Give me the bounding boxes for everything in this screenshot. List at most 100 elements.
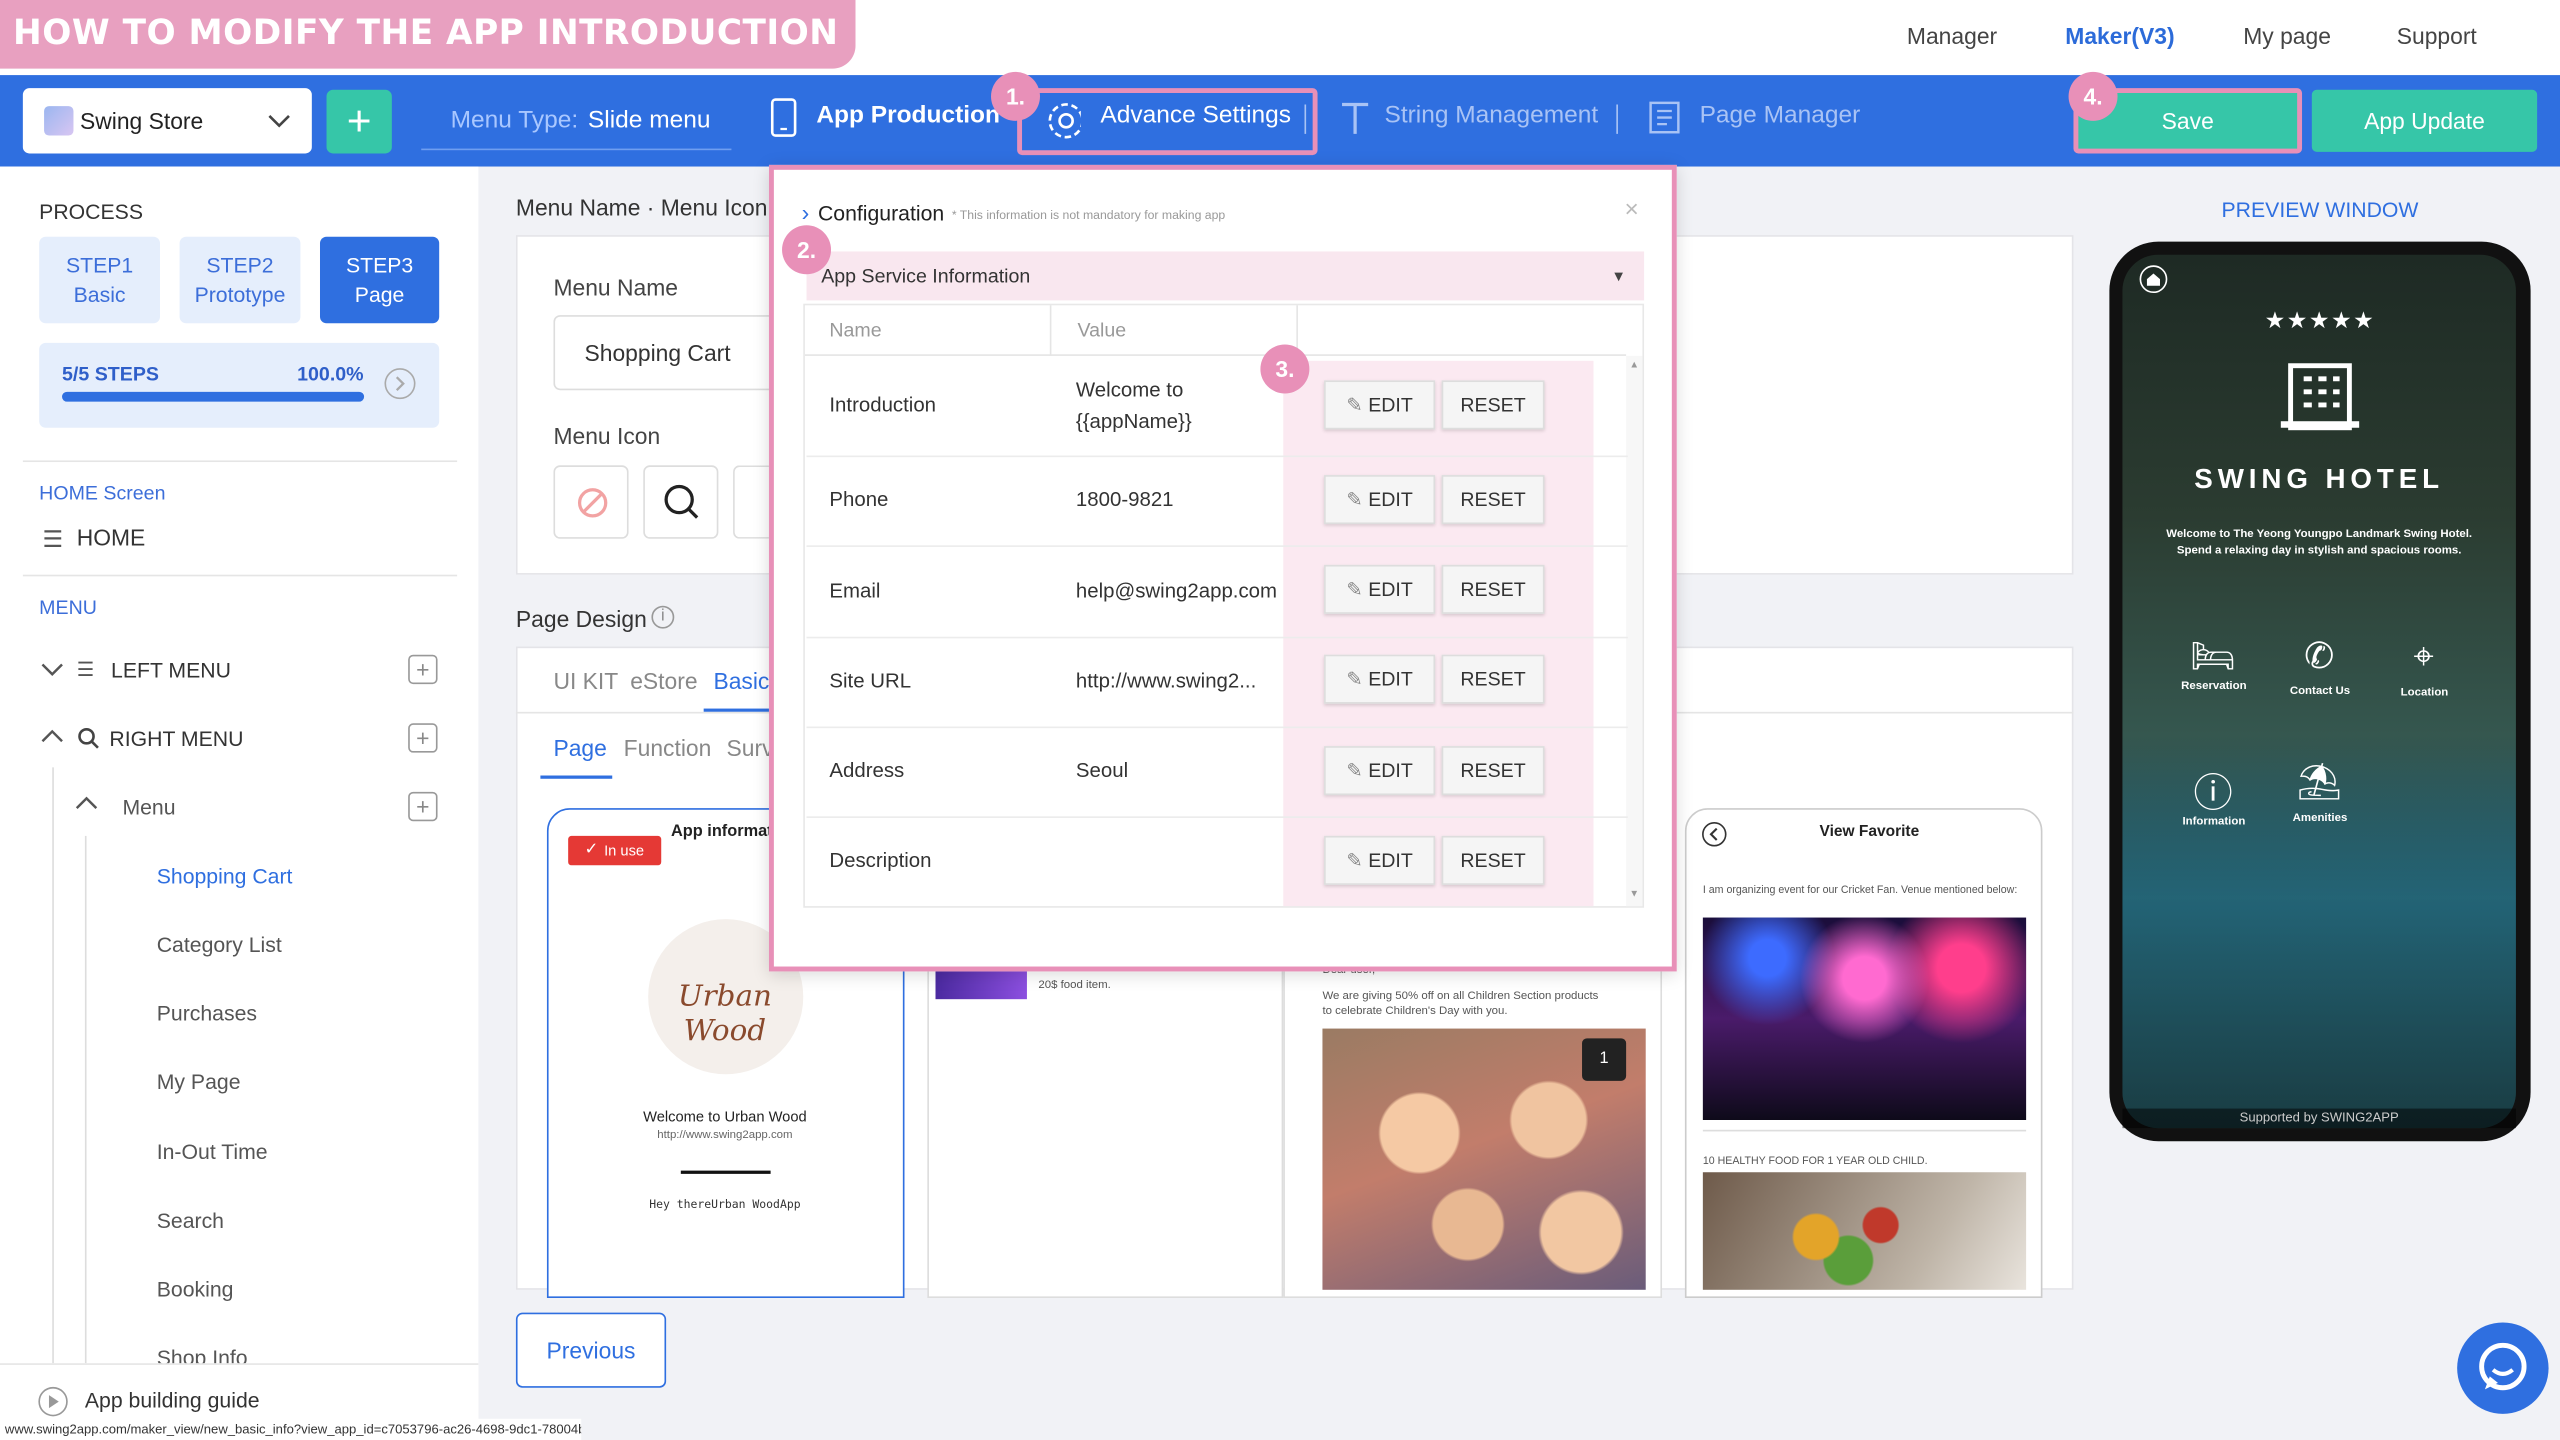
- step-sublabel: Prototype: [194, 282, 286, 307]
- play-circle-icon: [38, 1386, 68, 1417]
- sidebar-item-right-menu[interactable]: RIGHT MENU: [109, 727, 243, 751]
- step-badge-4: 4.: [2068, 71, 2118, 121]
- edit-address-button[interactable]: ✎ EDIT: [1324, 746, 1436, 796]
- app-service-accordion[interactable]: App Service Information: [806, 251, 1645, 301]
- step-basic[interactable]: STEP1 Basic: [39, 236, 160, 324]
- row-value-site-url: http://www.swing2...: [1075, 669, 1257, 693]
- info-icon[interactable]: i: [651, 605, 675, 629]
- column-divider: [1049, 305, 1052, 356]
- add-right-menu-icon[interactable]: +: [408, 723, 438, 753]
- sidebar-item-booking[interactable]: Booking: [157, 1277, 234, 1301]
- reset-email-button[interactable]: RESET: [1441, 564, 1545, 614]
- tab-page[interactable]: Page: [553, 735, 606, 761]
- pencil-icon: ✎: [1346, 667, 1363, 691]
- modal-title: Configuration: [817, 200, 945, 226]
- menu-type-select[interactable]: Menu Type: Slide menu: [421, 91, 732, 151]
- chevron-up-icon[interactable]: [41, 728, 64, 744]
- reset-site-url-button[interactable]: RESET: [1441, 654, 1545, 704]
- add-left-menu-icon[interactable]: +: [408, 654, 438, 685]
- icon-option[interactable]: [733, 465, 769, 539]
- scroll-down-icon[interactable]: ▼: [1629, 890, 1639, 900]
- progress-track: [62, 391, 365, 402]
- edit-email-button[interactable]: ✎ EDIT: [1324, 564, 1436, 614]
- reset-address-button[interactable]: RESET: [1441, 746, 1545, 796]
- search-icon-option[interactable]: [643, 465, 719, 539]
- sidebar-item-my-page[interactable]: My Page: [157, 1069, 241, 1093]
- reset-introduction-button[interactable]: RESET: [1441, 380, 1545, 430]
- tab-estore[interactable]: eStore: [630, 668, 697, 694]
- phone-icon: [770, 98, 797, 137]
- hotel-name: SWING HOTEL: [2194, 463, 2445, 495]
- amenities-icon[interactable]: ⛱: [2274, 761, 2364, 803]
- column-name: Name: [829, 318, 882, 342]
- close-icon[interactable]: ×: [1624, 196, 1638, 224]
- amenities-label: Amenities: [2292, 813, 2348, 825]
- no-icon-option[interactable]: [553, 465, 629, 539]
- sidebar-item-left-menu[interactable]: LEFT MENU: [111, 658, 231, 682]
- edit-label: EDIT: [1368, 667, 1413, 691]
- string-management-button[interactable]: String Management: [1384, 101, 1598, 129]
- step-sublabel: Page: [354, 282, 405, 307]
- sidebar-item-category-list[interactable]: Category List: [157, 932, 282, 956]
- in-use-label: In use: [604, 842, 645, 859]
- tab-function[interactable]: Function: [624, 735, 712, 761]
- nav-my-page[interactable]: My page: [2243, 23, 2331, 49]
- card-url: http://www.swing2app.com: [657, 1129, 793, 1142]
- progress-label: 5/5 STEPS: [62, 362, 159, 386]
- sidebar-item-purchases[interactable]: Purchases: [157, 1001, 257, 1025]
- previous-button[interactable]: Previous: [515, 1312, 667, 1388]
- location-icon[interactable]: ⌖: [2379, 635, 2469, 677]
- step-page[interactable]: STEP3 Page: [319, 236, 440, 324]
- progress-fill: [62, 391, 365, 402]
- chevron-right-circle-icon[interactable]: [384, 367, 417, 400]
- add-app-button[interactable]: +: [326, 89, 392, 154]
- row-name-phone: Phone: [829, 488, 889, 512]
- chevron-up-icon[interactable]: [75, 795, 98, 811]
- edit-phone-button[interactable]: ✎ EDIT: [1324, 475, 1436, 525]
- information-icon[interactable]: ⓘ: [2168, 761, 2258, 818]
- bed-icon[interactable]: 🛏: [2168, 635, 2258, 677]
- step-prototype[interactable]: STEP2 Prototype: [179, 236, 301, 324]
- toolbar-divider: [1616, 104, 1618, 134]
- chat-icon: [2479, 1342, 2527, 1391]
- reset-description-button[interactable]: RESET: [1441, 835, 1545, 885]
- card-promo-text: We are giving 50% off on all Children Se…: [1322, 991, 1599, 1018]
- sidebar-item-shopping-cart[interactable]: Shopping Cart: [157, 864, 293, 888]
- page-manager-button[interactable]: Page Manager: [1700, 101, 1861, 129]
- step-sublabel: Basic: [73, 282, 126, 307]
- chat-button[interactable]: [2457, 1322, 2549, 1414]
- sidebar-item-home[interactable]: HOME: [77, 524, 146, 550]
- sidebar-item-search[interactable]: Search: [157, 1208, 224, 1232]
- nav-support[interactable]: Support: [2397, 23, 2477, 49]
- sidebar-item-in-out-time[interactable]: In-Out Time: [157, 1140, 268, 1164]
- pencil-icon: ✎: [1346, 488, 1363, 512]
- edit-site-url-button[interactable]: ✎ EDIT: [1324, 654, 1436, 704]
- phone-call-icon[interactable]: ✆: [2274, 635, 2364, 677]
- advance-settings-button[interactable]: Advance Settings: [1100, 101, 1291, 129]
- tab-basic[interactable]: Basic: [713, 668, 769, 694]
- nav-manager[interactable]: Manager: [1907, 23, 1997, 49]
- scroll-up-icon[interactable]: ▲: [1629, 361, 1639, 371]
- home-icon[interactable]: [2139, 264, 2168, 294]
- edit-description-button[interactable]: ✎ EDIT: [1324, 835, 1436, 885]
- sidebar-item-menu[interactable]: Menu: [122, 795, 175, 819]
- chevron-down-icon[interactable]: [41, 661, 64, 677]
- app-update-button[interactable]: App Update: [2311, 89, 2538, 152]
- nav-maker[interactable]: Maker(V3): [2065, 23, 2174, 49]
- concert-photo: [1702, 917, 2027, 1120]
- app-production-button[interactable]: App Production: [816, 101, 1000, 129]
- chevron-right-icon: ›: [801, 199, 810, 226]
- card-mono-text: Hey thereUrban WoodApp: [649, 1198, 801, 1212]
- edit-introduction-button[interactable]: ✎ EDIT: [1324, 380, 1436, 430]
- app-building-guide-link[interactable]: App building guide: [85, 1388, 260, 1412]
- contact-us-label: Contact Us: [2289, 685, 2351, 698]
- menu-section-title: MENU: [39, 595, 97, 619]
- gear-icon: [1048, 103, 1081, 139]
- add-menu-item-icon[interactable]: +: [408, 791, 438, 822]
- edit-label: EDIT: [1368, 577, 1413, 601]
- tab-ui-kit[interactable]: UI KIT: [553, 668, 618, 694]
- scrollbar[interactable]: [1626, 355, 1643, 907]
- tab-survey[interactable]: Surv: [727, 735, 774, 761]
- reset-phone-button[interactable]: RESET: [1441, 475, 1545, 525]
- menu-name-input[interactable]: Shopping Cart: [553, 315, 799, 391]
